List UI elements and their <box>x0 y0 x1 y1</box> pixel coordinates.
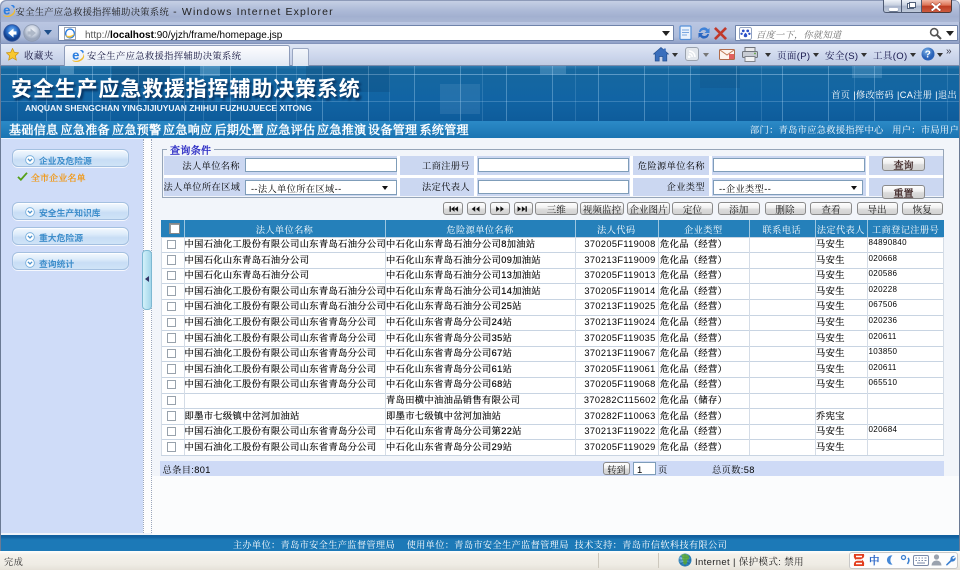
svg-text:?: ? <box>925 50 931 61</box>
